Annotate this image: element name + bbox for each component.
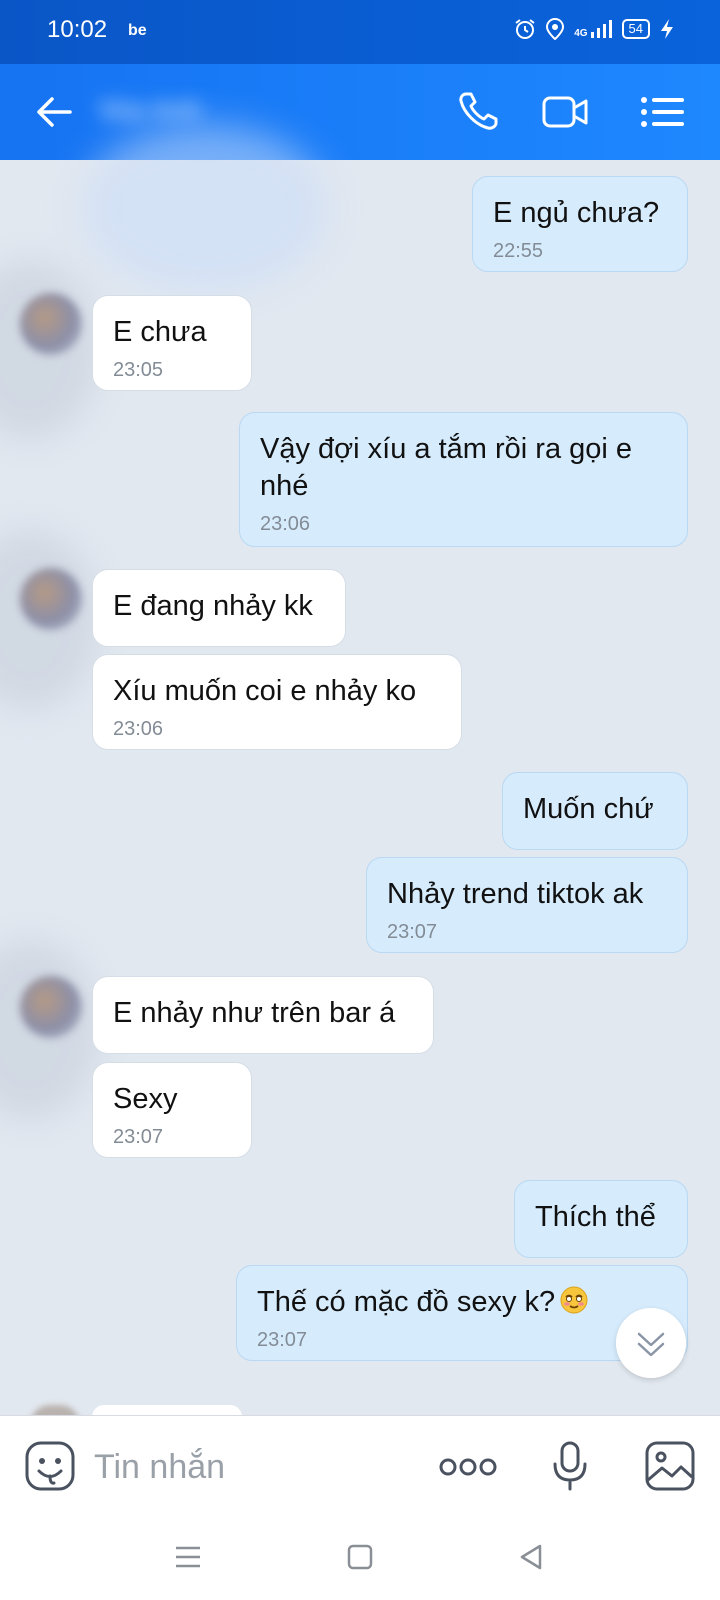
message-bubble-incoming[interactable]: Sexy 23:07 <box>92 1062 252 1158</box>
video-camera-icon[interactable] <box>540 88 590 136</box>
location-icon <box>546 18 565 40</box>
message-bubble-incoming[interactable]: E đang nhảy kk <box>92 569 346 647</box>
image-icon[interactable] <box>644 1440 696 1492</box>
message-text: E đang nhảy kk <box>113 590 313 622</box>
message-text: Muốn chứ <box>523 793 654 825</box>
chevron-double-down-icon[interactable] <box>616 1308 686 1378</box>
recent-apps-icon[interactable] <box>168 1537 208 1577</box>
message-bubble-incoming[interactable]: E chưa 23:05 <box>92 295 252 391</box>
alarm-icon <box>515 19 535 39</box>
message-bubble-outgoing[interactable]: Muốn chứ <box>502 772 688 850</box>
message-input[interactable] <box>92 1442 396 1492</box>
contact-name[interactable]: Mai Anh <box>100 94 340 134</box>
message-text: Thế có mặc đồ sexy k? <box>257 1286 556 1318</box>
avatar[interactable] <box>20 568 82 630</box>
chat-header: Mai Anh <box>0 64 720 294</box>
message-text: Sexy <box>113 1083 178 1115</box>
back-arrow-icon[interactable] <box>30 88 78 136</box>
app-badge: be <box>128 22 147 39</box>
message-bubble-outgoing[interactable]: Nhảy trend tiktok ak 23:07 <box>366 857 688 953</box>
system-nav-bar <box>0 1515 720 1600</box>
status-icons: 4G 54 <box>514 18 674 40</box>
message-text: E chưa <box>113 316 207 348</box>
microphone-icon[interactable] <box>550 1440 590 1492</box>
status-bar: 10:02 be 4G 54 <box>0 0 720 64</box>
charging-icon <box>661 19 673 39</box>
signal-icon <box>590 20 612 38</box>
message-text: Vậy đợi xíu a tắm rồi ra gọi e nhé <box>260 433 633 502</box>
message-input-bar <box>0 1415 720 1516</box>
signal-group: 4G <box>574 19 612 39</box>
network-label: 4G <box>574 28 588 39</box>
message-bubble-outgoing[interactable]: Thích thể <box>514 1180 688 1258</box>
message-time: 23:07 <box>113 1126 164 1148</box>
message-time: 22:55 <box>493 240 544 262</box>
message-bubble-outgoing[interactable]: Vậy đợi xíu a tắm rồi ra gọi e nhé 23:06 <box>239 412 688 547</box>
message-text: Thích thể <box>535 1201 656 1233</box>
message-list[interactable]: E ngủ chưa? 22:55 E chưa 23:05 Vậy đợi x… <box>0 160 720 1415</box>
avatar[interactable] <box>20 976 82 1038</box>
smirk-emoji-icon <box>560 1286 588 1314</box>
phone-icon[interactable] <box>454 88 504 136</box>
battery-indicator: 54 <box>621 19 650 39</box>
home-icon[interactable] <box>340 1537 380 1577</box>
message-text: Nhảy trend tiktok ak <box>387 878 644 910</box>
message-bubble-incoming[interactable]: E nhảy như trên bar á <box>92 976 434 1054</box>
message-bubble-incoming[interactable]: Xíu muốn coi e nhảy ko 23:06 <box>92 654 462 750</box>
message-bubble-outgoing[interactable]: E ngủ chưa? 22:55 <box>472 176 688 272</box>
more-dots-icon[interactable] <box>438 1452 498 1482</box>
message-time: 23:07 <box>257 1329 308 1351</box>
menu-list-icon[interactable] <box>638 88 688 136</box>
message-text: E nhảy như trên bar á <box>113 997 396 1029</box>
message-time: 23:07 <box>387 921 438 943</box>
message-text: Xíu muốn coi e nhảy ko <box>113 675 417 707</box>
message-text: E ngủ chưa? <box>493 197 660 229</box>
avatar[interactable] <box>20 293 82 355</box>
back-triangle-icon[interactable] <box>512 1537 552 1577</box>
message-time: 23:05 <box>113 359 164 381</box>
message-time: 23:06 <box>260 513 311 535</box>
sticker-face-icon[interactable] <box>24 1440 76 1492</box>
status-time: 10:02 <box>47 16 108 43</box>
message-time: 23:06 <box>113 718 164 740</box>
